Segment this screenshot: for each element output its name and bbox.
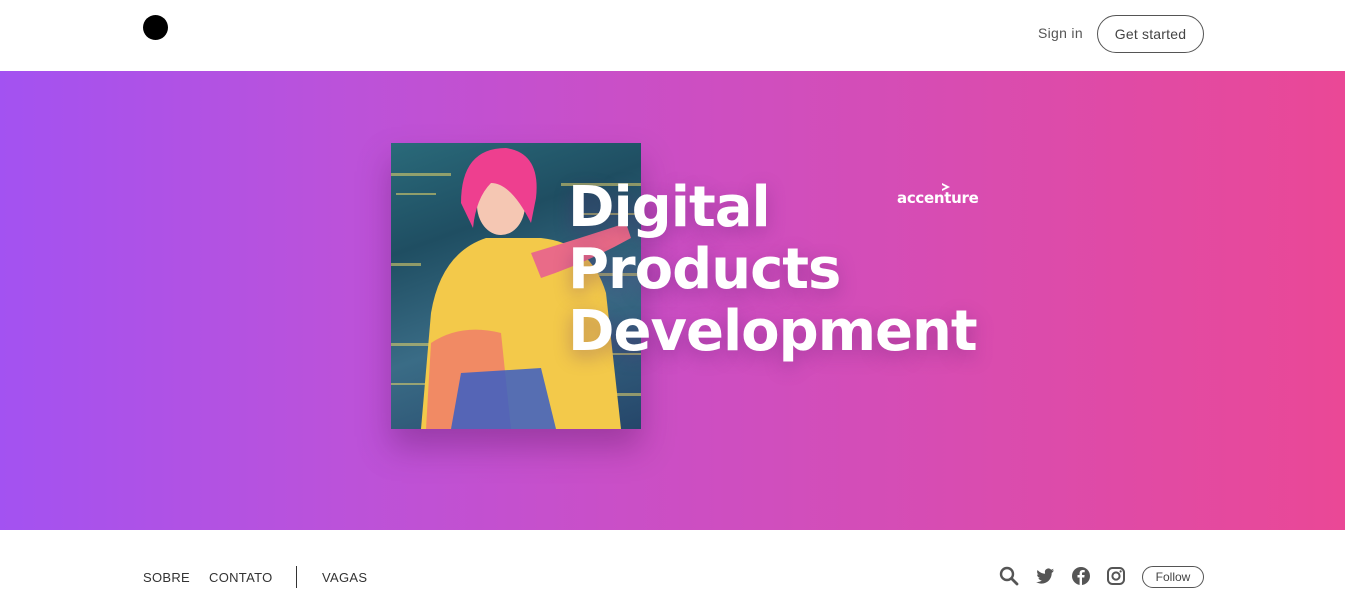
top-bar: Sign in Get started bbox=[0, 0, 1345, 71]
hero-title-line: Development bbox=[568, 299, 978, 364]
sign-in-link[interactable]: Sign in bbox=[1038, 25, 1083, 41]
brand-logo-text: accenture bbox=[897, 189, 979, 207]
hero-title-line: Products bbox=[568, 237, 841, 302]
get-started-button[interactable]: Get started bbox=[1097, 15, 1204, 53]
publication-nav: SOBRE CONTATO VAGAS Follow bbox=[0, 530, 1345, 614]
twitter-icon[interactable] bbox=[1035, 566, 1055, 586]
hero-title-line: Digital bbox=[568, 175, 771, 240]
logo-icon[interactable] bbox=[143, 15, 168, 40]
nav-link-contato[interactable]: CONTATO bbox=[209, 570, 273, 585]
instagram-icon[interactable] bbox=[1106, 566, 1126, 586]
search-icon[interactable] bbox=[999, 566, 1019, 586]
nav-link-vagas[interactable]: VAGAS bbox=[322, 570, 367, 585]
follow-button[interactable]: Follow bbox=[1142, 566, 1204, 588]
hero-banner: Digital Products Development accenture bbox=[0, 71, 1345, 530]
facebook-icon[interactable] bbox=[1071, 566, 1091, 586]
nav-link-sobre[interactable]: SOBRE bbox=[143, 570, 190, 585]
nav-divider bbox=[296, 566, 297, 588]
